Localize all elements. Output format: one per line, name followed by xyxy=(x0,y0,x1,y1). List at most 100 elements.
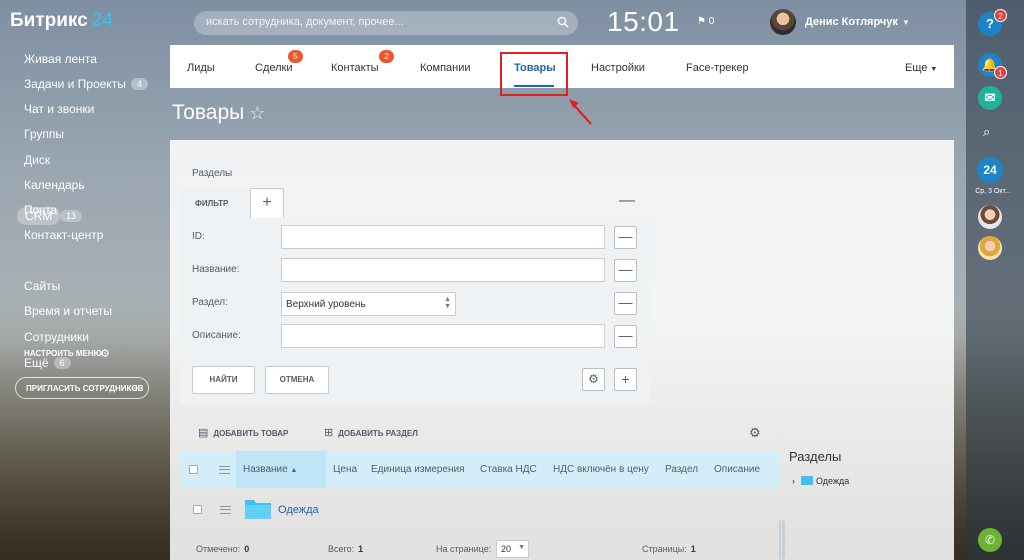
column-header-vat-rate[interactable]: Ставка НДС xyxy=(480,464,537,475)
add-section-button[interactable]: ⊞ ДОБАВИТЬ РАЗДЕЛ xyxy=(324,426,418,439)
column-header-name[interactable]: Название ▲ xyxy=(243,464,297,475)
sort-asc-icon: ▲ xyxy=(290,467,298,474)
right-panel: ? 2 🔔 1 ✉ ⌕ 24 Ср, 3 Окт... ✆ xyxy=(966,0,1024,560)
sidebar-item-time-reports[interactable]: Время и отчеты xyxy=(24,304,112,318)
filter-id-input[interactable] xyxy=(281,225,605,249)
minus-icon: — xyxy=(618,294,633,310)
count-badge: 4 xyxy=(130,78,148,90)
user-avatar[interactable] xyxy=(770,9,796,35)
document-icon: ▤ xyxy=(198,427,209,439)
bitrix-logo[interactable]: Битрикс 24 xyxy=(10,10,113,32)
row-menu-icon[interactable] xyxy=(220,506,231,514)
filter-name-input[interactable] xyxy=(281,258,605,282)
search-icon[interactable]: ⌕ xyxy=(983,124,990,140)
remove-field-button[interactable]: — xyxy=(614,292,637,315)
column-header-unit[interactable]: Единица измерения xyxy=(371,464,465,475)
sidebar-item-sites[interactable]: Сайты xyxy=(24,279,60,293)
add-product-button[interactable]: ▤ ДОБАВИТЬ ТОВАР xyxy=(198,426,288,439)
filter-description-input[interactable] xyxy=(281,324,605,348)
tab-face-tracker[interactable]: Face-трекер xyxy=(686,62,749,74)
plus-icon: + xyxy=(262,194,272,211)
remove-field-button[interactable]: — xyxy=(614,259,637,282)
sidebar-item-calendar[interactable]: Календарь xyxy=(24,178,85,192)
minus-icon: — xyxy=(618,228,633,244)
column-header-vat-included[interactable]: НДС включён в цену xyxy=(553,464,649,475)
gear-icon[interactable]: ⚙ xyxy=(100,347,110,360)
tab-deals[interactable]: Сделки xyxy=(255,62,293,74)
count-badge: 6 xyxy=(53,357,71,369)
collapse-filter-button[interactable]: — xyxy=(619,192,635,210)
chat-button[interactable]: ✉ xyxy=(978,86,1002,110)
filter-field-label: Описание: xyxy=(192,330,241,341)
tab-settings[interactable]: Настройки xyxy=(591,62,645,74)
gear-icon[interactable]: ⚙ xyxy=(749,425,761,441)
folder-icon xyxy=(245,500,271,519)
remove-field-button[interactable]: — xyxy=(614,226,637,249)
sections-breadcrumb[interactable]: Разделы xyxy=(192,168,232,179)
tab-companies[interactable]: Компании xyxy=(420,62,471,74)
sidebar-item-more[interactable]: Ещё 6 xyxy=(24,356,71,370)
tab-leads[interactable]: Лиды xyxy=(187,62,215,74)
page-title: Товары ☆ xyxy=(172,101,266,124)
select-all-checkbox[interactable] xyxy=(189,465,198,474)
minus-icon: — xyxy=(618,261,633,277)
add-field-button[interactable]: + xyxy=(614,368,637,391)
table-row[interactable]: Одежда xyxy=(278,504,319,516)
grid-scrollbar[interactable] xyxy=(779,520,785,560)
divider xyxy=(781,430,782,560)
sidebar-item-contact-center[interactable]: Контакт-центр xyxy=(24,228,103,242)
section-tree-item[interactable]: › Одежда xyxy=(792,476,849,486)
folder-icon xyxy=(801,476,813,485)
flag-counter[interactable]: ⚑ 0 xyxy=(697,16,714,27)
add-filter-tab-button[interactable]: + xyxy=(250,188,284,218)
column-header-price[interactable]: Цена xyxy=(333,464,357,475)
column-header-section[interactable]: Раздел xyxy=(665,464,698,475)
remove-field-button[interactable]: — xyxy=(614,325,637,348)
sidebar-item-employees[interactable]: Сотрудники xyxy=(24,330,89,344)
question-icon: ? xyxy=(986,16,994,31)
find-button[interactable]: НАЙТИ xyxy=(192,366,255,394)
deals-count-badge: 5 xyxy=(288,50,303,63)
help-badge: 2 xyxy=(994,9,1007,22)
invite-employees-button[interactable]: ПРИГЛАСИТЬ СОТРУДНИКОВ + xyxy=(15,377,149,399)
sidebar-item-groups[interactable]: Группы xyxy=(24,127,64,141)
tab-contacts[interactable]: Контакты xyxy=(331,62,379,74)
annotation-highlight-box xyxy=(500,52,568,96)
minus-icon: — xyxy=(619,192,635,209)
menu-icon[interactable] xyxy=(219,466,230,474)
row-checkbox[interactable] xyxy=(193,505,202,514)
sidebar-item-chat[interactable]: Чат и звонки xyxy=(24,102,94,116)
tab-more[interactable]: Еще ▼ xyxy=(905,62,937,74)
filter-field-label: ID: xyxy=(192,231,205,242)
per-page-select[interactable]: 20 ▼ xyxy=(496,540,529,558)
search-input[interactable]: искать сотрудника, документ, прочее... xyxy=(194,11,578,35)
contacts-count-badge: 2 xyxy=(379,50,394,63)
contact-avatar[interactable] xyxy=(978,205,1002,229)
filter-tab[interactable]: ФИЛЬТР xyxy=(180,188,249,218)
chevron-right-icon: › xyxy=(792,476,795,486)
configure-menu-link[interactable]: НАСТРОИТЬ МЕНЮ xyxy=(24,349,102,358)
filter-section-select[interactable]: Верхний уровень ▲ ▼ xyxy=(281,292,456,316)
sidebar-item-disk[interactable]: Диск xyxy=(24,153,50,167)
flag-icon: ⚑ xyxy=(697,16,706,27)
main-panel: Разделы ФИЛЬТР + — ID: — Название: — Раз… xyxy=(170,140,954,560)
filter-panel: ID: — Название: — Раздел: Верхний уровен… xyxy=(180,218,650,404)
gear-icon[interactable]: ⚙ xyxy=(582,368,605,391)
contact-avatar[interactable] xyxy=(978,236,1002,260)
search-icon[interactable] xyxy=(557,16,569,28)
user-menu[interactable]: Денис Котлярчук ▼ xyxy=(805,16,910,28)
clock[interactable]: 15:01 xyxy=(607,6,680,38)
sidebar-item-crm[interactable]: CRM xyxy=(17,207,61,225)
sidebar-item-tasks[interactable]: Задачи и Проекты 4 xyxy=(24,77,148,91)
sections-panel-title: Разделы xyxy=(789,449,842,464)
bitrix24-calendar-button[interactable]: 24 xyxy=(977,157,1003,183)
star-icon[interactable]: ☆ xyxy=(249,103,265,123)
phone-button[interactable]: ✆ xyxy=(978,528,1002,552)
sidebar-item-feed[interactable]: Живая лента xyxy=(24,52,97,66)
add-folder-icon: ⊞ xyxy=(324,427,334,439)
chevron-down-icon: ▼ xyxy=(901,18,910,27)
cancel-button[interactable]: ОТМЕНА xyxy=(265,366,329,394)
column-header-description[interactable]: Описание xyxy=(714,464,760,475)
chat-icon: ✉ xyxy=(984,90,996,105)
notifications-badge: 1 xyxy=(994,66,1007,79)
